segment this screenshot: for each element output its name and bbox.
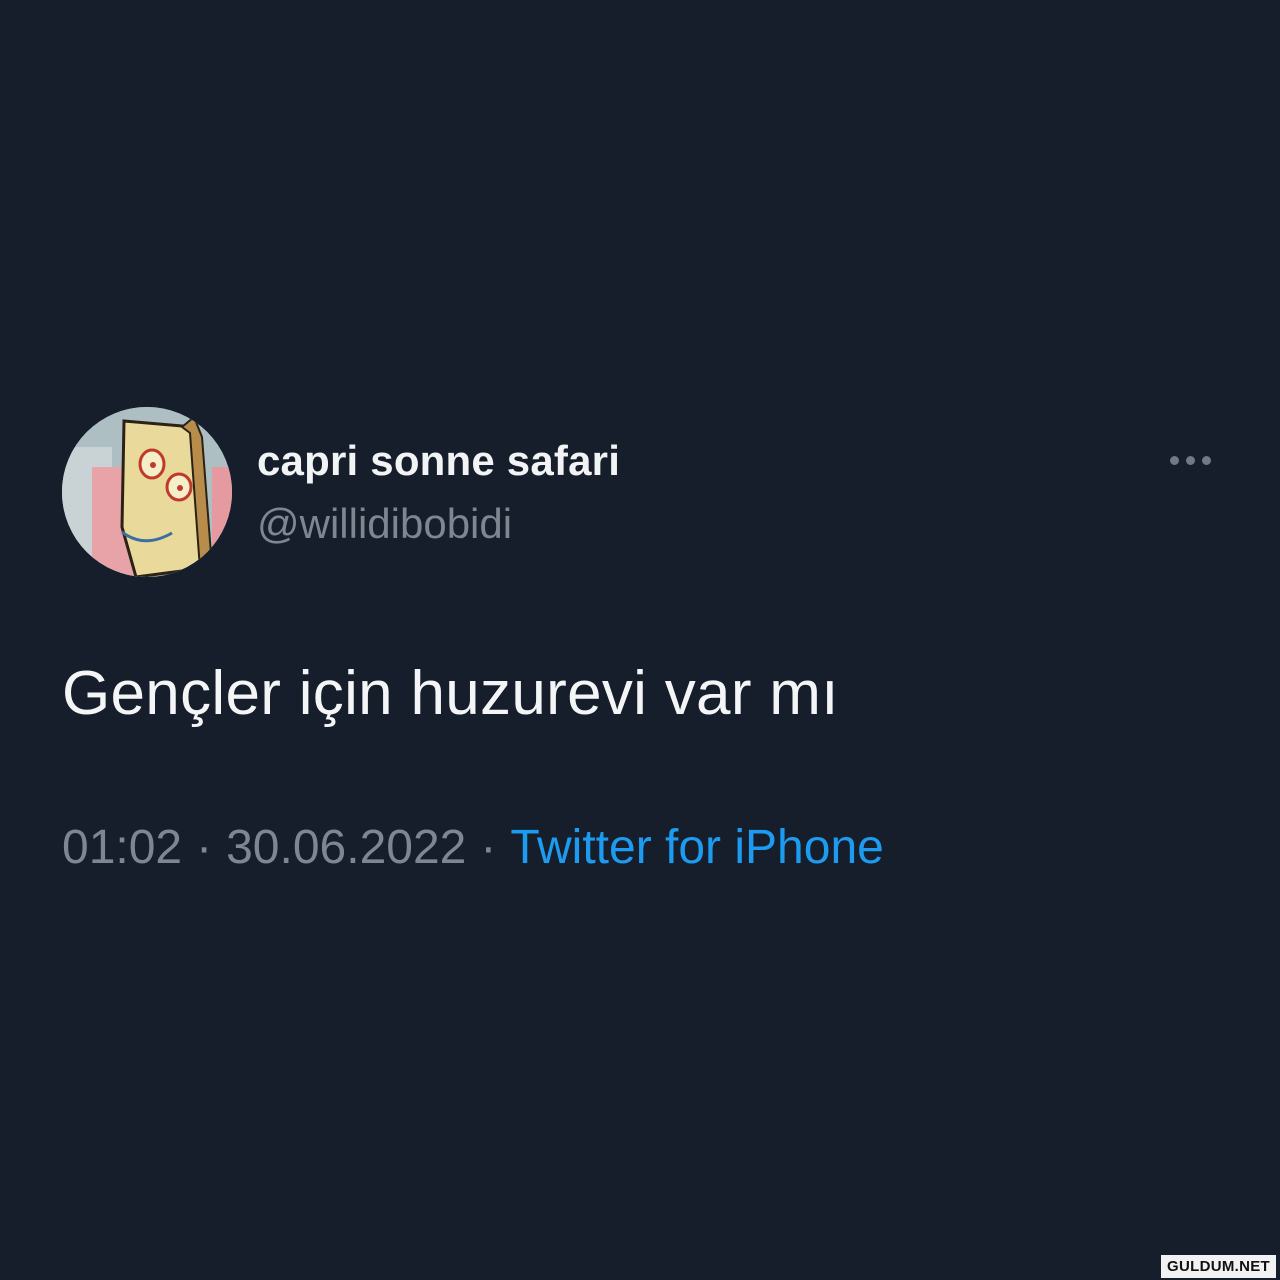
- tweet-time[interactable]: 01:02: [62, 821, 182, 874]
- display-name[interactable]: capri sonne safari: [257, 437, 620, 485]
- user-handle[interactable]: @willidibobidi: [257, 500, 512, 548]
- tweet-meta: 01:02 · 30.06.2022 · Twitter for iPhone: [62, 820, 884, 875]
- more-horizontal-icon: [1201, 455, 1211, 465]
- tweet-source-link[interactable]: Twitter for iPhone: [510, 821, 884, 874]
- tweet-date[interactable]: 30.06.2022: [226, 821, 466, 874]
- more-options-button[interactable]: [1162, 442, 1218, 478]
- more-horizontal-icon: [1169, 455, 1179, 465]
- meta-separator: ·: [480, 821, 497, 874]
- avatar-image: [62, 407, 232, 577]
- tweet-text: Gençler için huzurevi var mı: [62, 659, 839, 728]
- tweet-card: capri sonne safari @willidibobidi Gençle…: [0, 0, 1280, 1280]
- more-horizontal-icon: [1185, 455, 1195, 465]
- watermark: GULDUM.NET: [1161, 1255, 1276, 1278]
- meta-separator: ·: [196, 821, 213, 874]
- avatar[interactable]: [62, 407, 232, 577]
